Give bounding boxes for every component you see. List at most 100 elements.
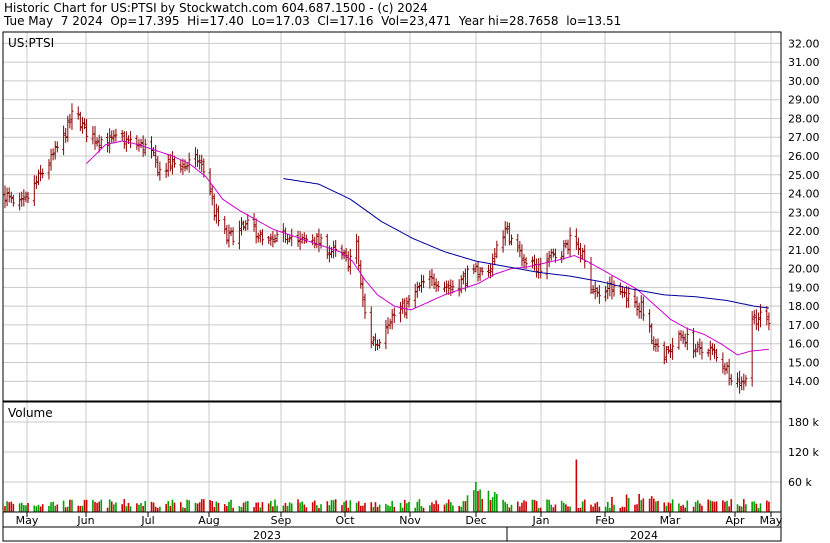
price-tick-label: 19.00 [788,281,820,294]
ohlc-bar [156,156,160,177]
ohlc-bar [608,276,612,297]
ohlc-bar [62,125,66,156]
ohlc-bar [244,220,248,231]
price-tick-label: 16.00 [788,338,820,351]
price-tick-label: 23.00 [788,206,820,219]
ohlc-bar [428,270,432,289]
price-tick-label: 26.00 [788,150,820,163]
ohlc-bar [750,311,754,387]
ohlc-bar [698,338,702,356]
price-tick-label: 31.00 [788,56,820,69]
ohlc-bar [3,185,7,209]
ohlc-bar [93,125,97,150]
volume-tick-label: 120 k [788,446,819,459]
ohlc-bar [170,151,174,175]
ohlc-bar [706,348,710,357]
ohlc-bar [715,348,719,362]
ohlc-bar [509,234,513,246]
ohlc-bar [298,231,302,250]
moving-averages [86,140,769,356]
month-tick-label: Mar [660,514,681,527]
ohlc-bar [692,328,696,359]
ohlc-bar [656,338,660,352]
ohlc-bar [752,310,756,325]
month-tick-label: Dec [465,514,486,527]
ohlc-bar [18,192,22,211]
price-volume-chart: 32.00 31.00 30.00 29.00 28.00 27.00 26.00 25.00… [2,31,820,542]
ohlc-bar [637,302,641,319]
price-tick-label: 28.00 [788,112,820,125]
ohlc-bar [122,131,126,149]
ohlc-bar [70,103,74,130]
ohlc-bar [267,236,271,245]
ohlc-bar [68,113,72,129]
ohlc-bar [256,232,260,243]
price-tick-label: 20.00 [788,263,820,276]
price-tick-label: 14.00 [788,375,820,388]
month-tick-label: Jun [76,514,94,527]
ohlc-bar [627,286,631,308]
ohlc-bar [361,276,365,307]
price-tick-label: 29.00 [788,94,820,107]
ohlc-bar [593,281,597,300]
ohlc-bar [214,203,218,224]
symbol-label: US:PTSI [8,36,54,50]
ohlc-bar [597,285,601,304]
ohlc-bar [5,187,9,207]
ohlc-bar [7,187,11,203]
ohlc-bar [639,295,643,319]
ohlc-bar [166,154,170,177]
ohlc-bar [664,345,668,363]
price-tick-label: 32.00 [788,37,820,50]
ohlc-bar [200,154,204,173]
chart-window: Historic Chart for US:PTSI by Stockwatch… [0,0,830,543]
ohlc-bar [36,169,40,186]
ohlc-bar [767,312,771,331]
price-tick-label: 15.00 [788,356,820,369]
ohlc-bar [432,273,436,290]
ohlc-bar [210,184,214,206]
price-tick-label: 30.00 [788,75,820,88]
ohlc-bar [22,189,26,207]
ohlc-bar [518,241,522,258]
ohlc-bar [694,343,698,357]
ohlc-bar [671,337,675,360]
ohlc-bar [633,288,637,308]
ma-short-line [86,140,769,356]
ohlc-bar [491,253,495,277]
ohlc-bar [150,136,154,159]
ohlc-bar [618,282,622,295]
year-axis-frame [2,526,782,542]
ohlc-bar [319,233,323,249]
ohlc-bar [754,309,758,330]
ohlc-bar [91,126,95,145]
ohlc-bar [399,301,403,323]
ohlc-bar [384,319,388,350]
ohlc-bar [110,130,114,143]
ohlc-bar [712,344,716,359]
ohlc-bar [522,254,526,269]
ohlc-bar [486,264,490,277]
ohlc-bar [547,250,551,268]
ohlc-bar [415,281,419,298]
ohlc-bar [507,222,511,246]
ohlc-bar [373,333,377,352]
ohlc-bar [246,213,250,231]
ohlc-bar [729,373,733,386]
price-tick-label: 17.00 [788,319,820,332]
ohlc-bar [648,309,652,333]
ohlc-bar [503,221,507,246]
ohlc-bar [549,248,553,261]
ohlc-bar [736,372,740,388]
ohlc-bar [152,147,156,157]
month-tick-label: Nov [399,514,421,527]
month-tick-label: Sep [271,514,292,527]
volume-tick-label: 180 k [788,416,819,429]
month-tick-label: Feb [595,514,614,527]
ohlc-bar [539,257,543,279]
ohlc-bar [355,233,359,264]
ohlc-bar [422,275,426,289]
year-label-2023: 2023 [253,529,281,542]
ohlc-bar [286,233,290,245]
ohlc-bar [474,262,478,273]
